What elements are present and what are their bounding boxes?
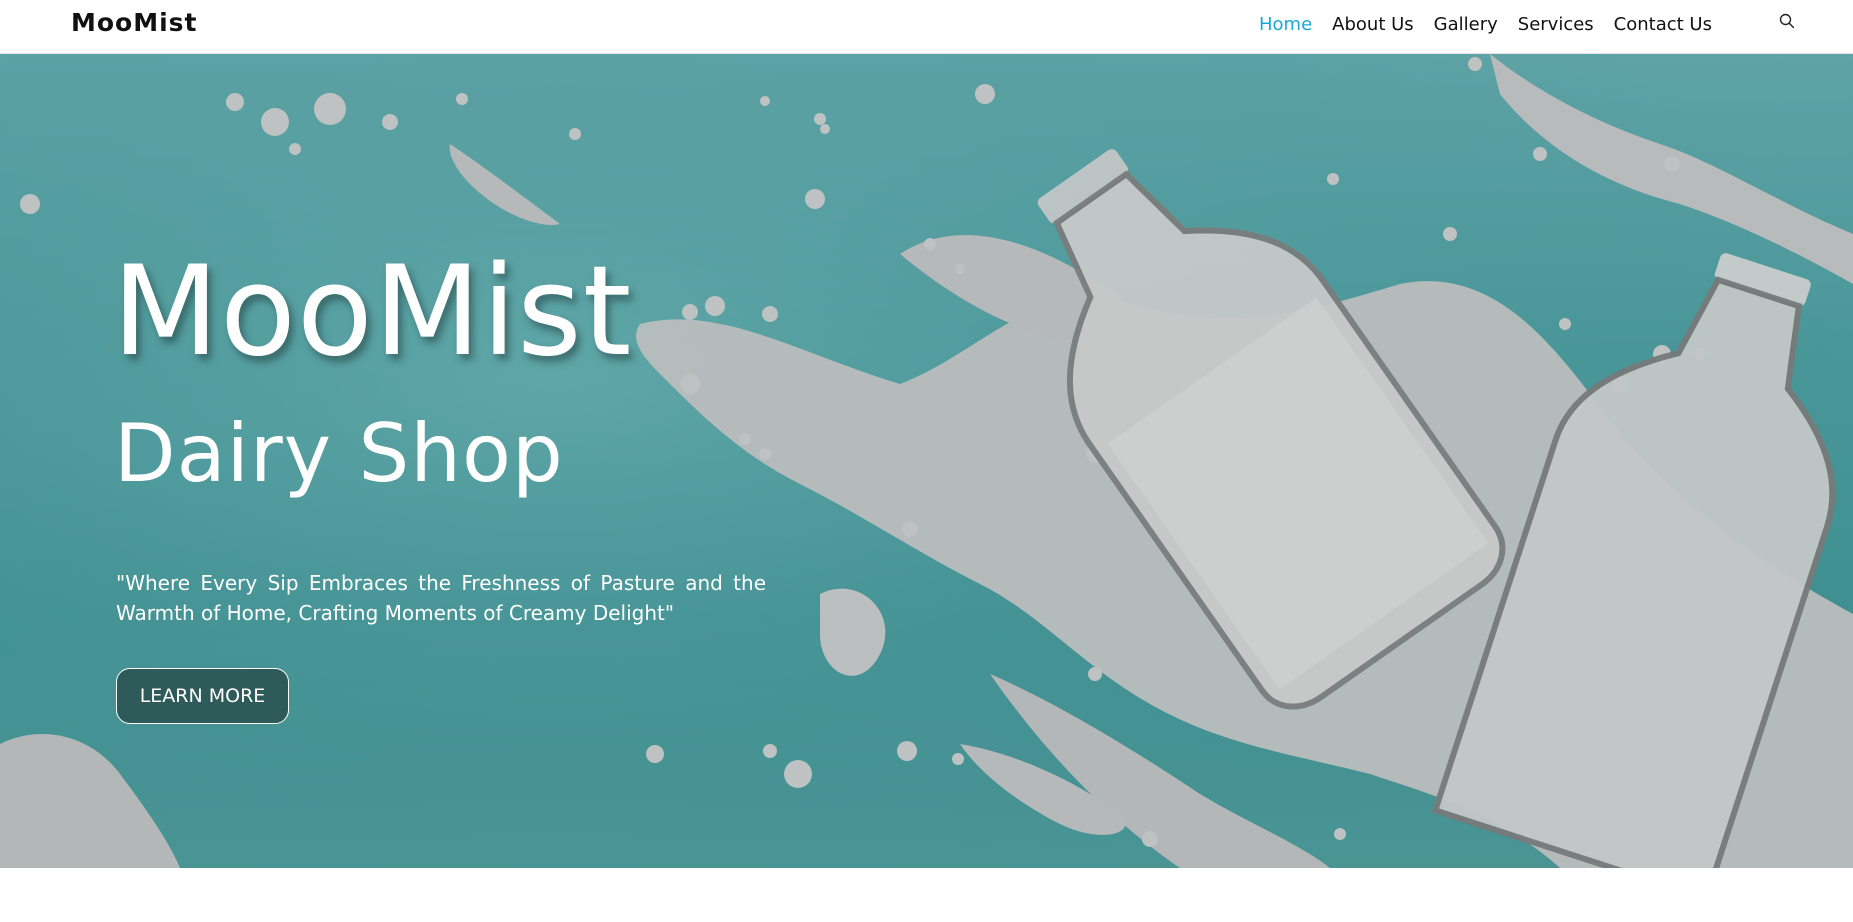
nav-link-contact-us[interactable]: Contact Us — [1614, 13, 1712, 37]
brand-logo[interactable]: MooMist — [71, 8, 198, 37]
nav-links: Home About Us Gallery Services Contact U… — [1259, 13, 1732, 37]
nav-link-services[interactable]: Services — [1518, 13, 1594, 37]
navbar: MooMist Home About Us Gallery Services C… — [0, 0, 1853, 54]
search-icon[interactable] — [1779, 13, 1797, 31]
nav-link-about-us[interactable]: About Us — [1332, 13, 1414, 37]
hero-quote: "Where Every Sip Embraces the Freshness … — [116, 571, 766, 625]
page-bottom-area — [0, 868, 1853, 922]
hero-title: MooMist — [112, 240, 633, 384]
hero-subtitle: Dairy Shop — [114, 407, 564, 500]
nav-link-gallery[interactable]: Gallery — [1434, 13, 1498, 37]
learn-more-button[interactable]: LEARN MORE — [116, 668, 289, 724]
hero-banner: MooMist Dairy Shop "Where Every Sip Embr… — [0, 54, 1853, 868]
nav-link-home[interactable]: Home — [1259, 13, 1312, 37]
